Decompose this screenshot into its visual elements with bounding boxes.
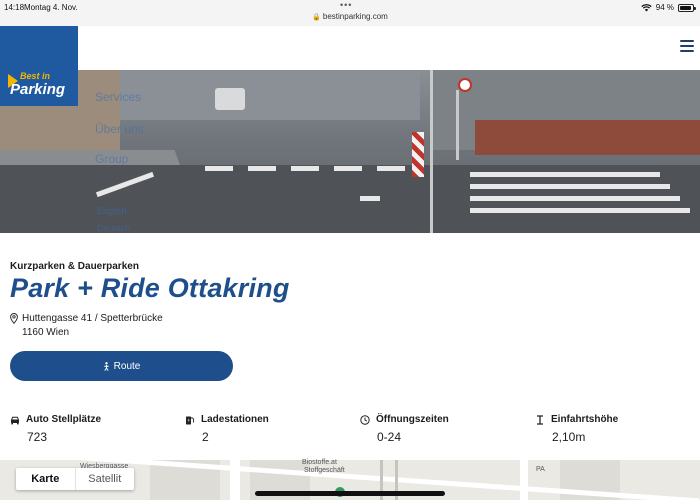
traffic-sign bbox=[458, 78, 472, 92]
map-type-toggle: Karte Satellit bbox=[16, 468, 134, 490]
car-in-photo bbox=[215, 88, 245, 110]
clock-icon bbox=[360, 414, 370, 425]
battery-percent: 94 % bbox=[655, 3, 674, 12]
map-place-label: Stoffgeschäft bbox=[304, 467, 345, 474]
ghost-menu-item: English bbox=[97, 206, 127, 216]
ghost-menu-item: Services bbox=[95, 90, 142, 104]
fact-value: 2,10m bbox=[552, 430, 586, 444]
multitasking-dots-icon[interactable]: ••• bbox=[340, 0, 352, 10]
fact-entrance-height: Einfahrtshöhe 2,10m bbox=[535, 414, 695, 444]
parking-address: Huttengasse 41 / Spetterbrücke 1160 Wien bbox=[10, 312, 163, 340]
map-place-label: Biostoffe.at bbox=[302, 459, 337, 466]
parking-facts: Auto Stellplätze 723 Ladestationen 2 Öff… bbox=[0, 414, 700, 454]
barrier-post bbox=[412, 132, 424, 177]
fact-value: 723 bbox=[27, 430, 48, 444]
status-date: Montag 4. Nov. bbox=[24, 3, 78, 12]
route-button-label: Route bbox=[113, 360, 141, 372]
ev-charger-icon bbox=[186, 416, 195, 424]
address-bar[interactable]: 🔒 bestinparking.com bbox=[0, 12, 700, 21]
url-text: bestinparking.com bbox=[322, 12, 388, 21]
fact-value: 2 bbox=[202, 430, 209, 444]
fact-opening-hours: Öffnungszeiten 0-24 bbox=[360, 414, 520, 444]
page-title: Park + Ride Ottakring bbox=[10, 273, 290, 303]
fact-label: Einfahrtshöhe bbox=[551, 414, 619, 425]
ghost-menu-item: Über uns bbox=[95, 122, 144, 136]
address-line-2: 1160 Wien bbox=[22, 327, 70, 338]
lock-icon: 🔒 bbox=[312, 14, 321, 21]
parking-category: Kurzparken & Dauerparken bbox=[10, 261, 139, 272]
logo-text-parking: Parking bbox=[10, 81, 66, 98]
fact-label: Ladestationen bbox=[201, 414, 269, 425]
status-indicators: 94 % bbox=[641, 3, 696, 12]
fact-label: Auto Stellplätze bbox=[26, 414, 102, 425]
map-tab-satellit[interactable]: Satellit bbox=[76, 468, 135, 490]
fact-car-spaces: Auto Stellplätze 723 bbox=[10, 414, 170, 444]
car-icon bbox=[10, 416, 20, 424]
battery-icon bbox=[678, 3, 696, 12]
logo-text-best-in: Best in bbox=[20, 71, 51, 81]
site-header bbox=[0, 26, 700, 70]
status-bar: 14:18 Montag 4. Nov. ••• 🔒 bestinparking.… bbox=[0, 0, 700, 26]
map-place-label: PA bbox=[536, 466, 545, 473]
person-walking-icon bbox=[103, 361, 109, 371]
hamburger-menu-icon[interactable] bbox=[680, 40, 694, 52]
address-line-1: Huttengasse 41 / Spetterbrücke bbox=[22, 313, 163, 324]
height-icon bbox=[537, 414, 543, 425]
fact-charging-stations: Ladestationen 2 bbox=[185, 414, 345, 444]
location-pin-icon bbox=[10, 313, 18, 324]
wifi-icon bbox=[641, 3, 652, 11]
ghost-menu-item: Deutsch bbox=[97, 223, 131, 233]
home-indicator[interactable] bbox=[255, 491, 445, 496]
brand-logo[interactable]: Best in Parking bbox=[0, 26, 78, 106]
map-tab-karte[interactable]: Karte bbox=[16, 468, 76, 490]
fact-label: Öffnungszeiten bbox=[376, 414, 449, 425]
hero-photo: Services Über uns Group English Deutsch bbox=[0, 70, 700, 233]
fact-value: 0-24 bbox=[377, 430, 402, 444]
ghost-menu-item: Group bbox=[95, 152, 129, 166]
status-time: 14:18 bbox=[4, 3, 25, 12]
route-button[interactable]: Route bbox=[10, 351, 233, 381]
